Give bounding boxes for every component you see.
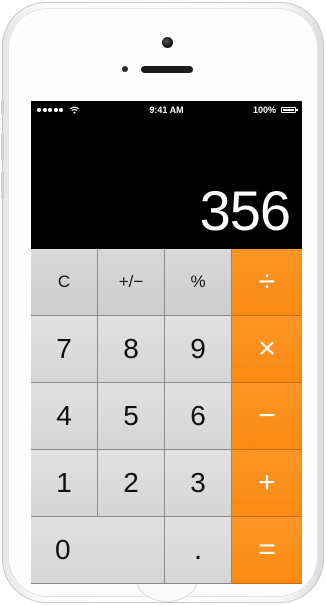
battery-percentage: 100% — [252, 105, 276, 115]
clear-button[interactable]: C — [31, 249, 98, 316]
mute-switch — [1, 99, 4, 115]
divide-button[interactable]: ÷ — [232, 249, 302, 316]
sign-toggle-button[interactable]: +/− — [98, 249, 165, 316]
result-display: 356 — [199, 179, 291, 242]
digit-8-button[interactable]: 8 — [98, 316, 165, 383]
digit-7-button[interactable]: 7 — [31, 316, 98, 383]
digit-9-button[interactable]: 9 — [165, 316, 232, 383]
proximity-sensor — [122, 66, 128, 72]
digit-3-button[interactable]: 3 — [165, 450, 232, 517]
calculator-screen: 9:41 AM 100% 356 C +/− % ÷ 7 8 9 × 4 5 6… — [31, 101, 302, 584]
equals-button[interactable]: = — [232, 517, 302, 584]
percent-button[interactable]: % — [165, 249, 232, 316]
digit-0-button[interactable]: 0 — [31, 517, 165, 584]
digit-6-button[interactable]: 6 — [165, 383, 232, 450]
digit-5-button[interactable]: 5 — [98, 383, 165, 450]
battery-icon — [281, 107, 298, 113]
keypad: C +/− % ÷ 7 8 9 × 4 5 6 − 1 2 3 + 0 . = — [31, 249, 302, 584]
multiply-button[interactable]: × — [232, 316, 302, 383]
digit-1-button[interactable]: 1 — [31, 450, 98, 517]
plus-button[interactable]: + — [232, 450, 302, 517]
volume-down-button — [1, 171, 4, 199]
digit-2-button[interactable]: 2 — [98, 450, 165, 517]
front-camera — [162, 37, 173, 48]
status-bar: 9:41 AM 100% — [31, 101, 302, 121]
volume-up-button — [1, 133, 4, 161]
minus-button[interactable]: − — [232, 383, 302, 450]
digit-4-button[interactable]: 4 — [31, 383, 98, 450]
earpiece-speaker — [141, 66, 193, 73]
decimal-button[interactable]: . — [165, 517, 232, 584]
